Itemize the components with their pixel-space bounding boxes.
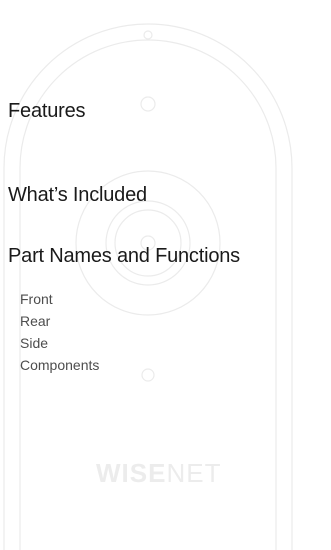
toc-link-part-names-and-functions[interactable]: Part Names and Functions bbox=[8, 245, 240, 268]
logo-text-thin: NET bbox=[166, 458, 222, 488]
toc-subsection-list: Front Rear Side Components bbox=[20, 288, 99, 376]
toc-link-front[interactable]: Front bbox=[20, 288, 99, 310]
toc-link-components[interactable]: Components bbox=[20, 354, 99, 376]
toc-link-rear[interactable]: Rear bbox=[20, 310, 99, 332]
toc-link-features[interactable]: Features bbox=[8, 100, 86, 123]
toc-link-side[interactable]: Side bbox=[20, 332, 99, 354]
toc-page: WISENET Features What’s Included Part Na… bbox=[0, 0, 331, 550]
logo-text-bold: WISE bbox=[96, 458, 167, 488]
toc-link-whats-included[interactable]: What’s Included bbox=[8, 184, 147, 207]
wisenet-logo-watermark: WISENET bbox=[96, 458, 221, 489]
